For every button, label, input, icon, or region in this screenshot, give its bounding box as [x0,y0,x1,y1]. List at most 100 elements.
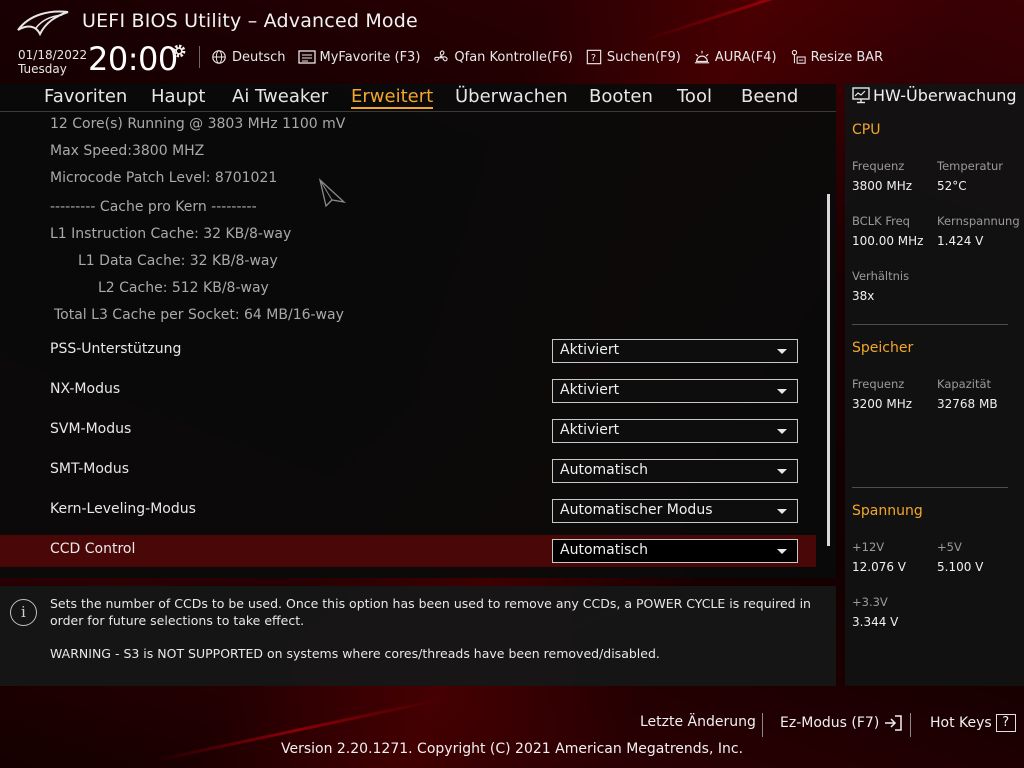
ccd-control-label: CCD Control [50,541,136,557]
nx-mode-label: NX-Modus [50,381,121,397]
v33-value: 3.344 V [852,615,899,629]
dropdown-arrow-icon [777,389,787,394]
qfan-label: Qfan Kontrolle(F6) [454,49,573,65]
cpu-frequency-label: Frequenz [852,159,905,173]
last-change-label: Letzte Änderung [640,714,756,730]
qfan-button[interactable]: Qfan Kontrolle(F6) [432,49,573,65]
myfavorite-button[interactable]: MyFavorite (F3) [297,49,421,65]
copyright-text: Version 2.20.1271. Copyright (C) 2021 Am… [280,741,744,757]
toolbar: Deutsch MyFavorite (F3) Qfan Kontrolle(F… [210,46,883,68]
smt-mode-value: Automatisch [560,462,648,478]
memory-frequency-value: 3200 MHz [852,397,913,411]
ccd-control-dropdown[interactable]: Automatisch [552,539,798,563]
hw-monitor-title: HW-Überwachung [852,86,1017,105]
hw-monitor-panel: HW-Überwachung CPU Frequenz Temperatur 3… [845,84,1024,686]
weekday-text: Tuesday [18,62,67,76]
favorite-icon [297,50,316,64]
date-text: 01/18/2022 [18,48,88,62]
tab-beend[interactable]: Beend [741,86,798,107]
resize-bar-label: Resize BAR [810,49,884,65]
core-voltage-label: Kernspannung [937,214,1020,228]
dropdown-arrow-icon [777,349,787,354]
svm-mode-dropdown[interactable]: Aktiviert [552,419,798,443]
gear-icon[interactable] [170,42,188,60]
tab-ueberwachen[interactable]: Überwachen [455,86,568,107]
tab-bar: Favoriten Haupt Ai Tweaker Erweitert Übe… [0,84,836,112]
tab-tool[interactable]: Tool [677,86,712,107]
help-description: Sets the number of CCDs to be used. Once… [50,596,811,628]
dropdown-arrow-icon [777,509,787,514]
svm-mode-label: SVM-Modus [50,421,132,437]
core-voltage-value: 1.424 V [937,234,984,248]
v12-label: +12V [852,540,885,554]
smt-mode-label: SMT-Modus [50,461,129,477]
clock: 20:00 [88,40,178,78]
svg-text:?: ? [591,53,596,64]
pss-support-label: PSS-Unterstützung [50,341,182,357]
myfavorite-label: MyFavorite (F3) [319,49,421,65]
tab-booten[interactable]: Booten [589,86,653,107]
memory-capacity-label: Kapazität [937,377,992,391]
ez-mode-button[interactable]: Ez-Modus (F7) [780,714,903,732]
rog-logo-icon [17,10,69,37]
cpu-section-title: CPU [852,122,881,138]
info-icon [10,599,37,626]
l1-instruction-cache-info: L1 Instruction Cache: 32 KB/8-way [50,226,292,242]
cpu-frequency-value: 3800 MHz [852,179,913,193]
help-panel: Sets the number of CCDs to be used. Once… [0,586,836,686]
resize-bar-button[interactable]: Resize BAR [789,49,884,65]
voltage-section-title: Spannung [852,503,923,519]
header-divider [199,46,200,68]
ratio-value: 38x [852,289,875,303]
cpu-temperature-value: 52°C [937,179,967,193]
v12-value: 12.076 V [852,560,907,574]
cache-header-info: --------- Cache pro Kern --------- [50,199,257,215]
tab-haupt[interactable]: Haupt [151,86,205,107]
header: UEFI BIOS Utility – Advanced Mode 01/18/… [0,0,1024,84]
aura-button[interactable]: AURA(F4) [693,49,777,65]
pss-support-value: Aktiviert [560,342,620,358]
search-label: Suchen(F9) [606,49,681,65]
tab-erweitert[interactable]: Erweitert [351,86,434,109]
help-warning: WARNING - S3 is NOT SUPPORTED on systems… [50,646,660,661]
globe-icon [212,50,226,64]
monitor-icon [852,87,870,104]
core-leveling-mode-value: Automatischer Modus [560,502,713,518]
core-leveling-mode-dropdown[interactable]: Automatischer Modus [552,499,798,523]
resize-bar-icon [791,49,806,64]
bclk-frequency-label: BCLK Freq [852,214,910,228]
hw-monitor-title-text: HW-Überwachung [873,86,1017,105]
ez-mode-label: Ez-Modus (F7) [780,715,880,731]
v5-value: 5.100 V [937,560,984,574]
nx-mode-dropdown[interactable]: Aktiviert [552,379,798,403]
hw-section-divider [852,324,1008,325]
aura-icon [694,50,709,64]
last-change-button[interactable]: Letzte Änderung [640,714,756,730]
pss-support-dropdown[interactable]: Aktiviert [552,339,798,363]
mouse-cursor-icon [318,178,346,208]
memory-section-title: Speicher [852,340,914,356]
hot-keys-button[interactable]: Hot Keys ? [930,714,1016,732]
hot-keys-label: Hot Keys [930,715,992,731]
tab-ai-tweaker[interactable]: Ai Tweaker [232,86,328,107]
smt-mode-dropdown[interactable]: Automatisch [552,459,798,483]
language-label: Deutsch [232,49,286,65]
microcode-info: Microcode Patch Level: 8701021 [50,170,278,186]
l1-data-cache-info: L1 Data Cache: 32 KB/8-way [78,253,278,269]
l2-cache-info: L2 Cache: 512 KB/8-way [98,280,269,296]
max-speed-info: Max Speed:3800 MHZ [50,143,205,159]
ratio-label: Verhältnis [852,269,910,283]
aura-label: AURA(F4) [714,49,777,65]
v5-label: +5V [937,540,962,554]
search-button[interactable]: ? Suchen(F9) [585,49,681,65]
main-panel: Favoriten Haupt Ai Tweaker Erweitert Übe… [0,84,836,578]
l3-cache-info: Total L3 Cache per Socket: 64 MB/16-way [54,307,344,323]
footer-divider [762,713,763,737]
dropdown-arrow-icon [777,469,787,474]
hw-section-divider [852,487,1008,488]
footer-divider [910,713,911,737]
v33-label: +3.3V [852,595,888,609]
tab-favoriten[interactable]: Favoriten [44,86,127,107]
language-button[interactable]: Deutsch [210,49,286,65]
scrollbar[interactable] [827,194,830,546]
